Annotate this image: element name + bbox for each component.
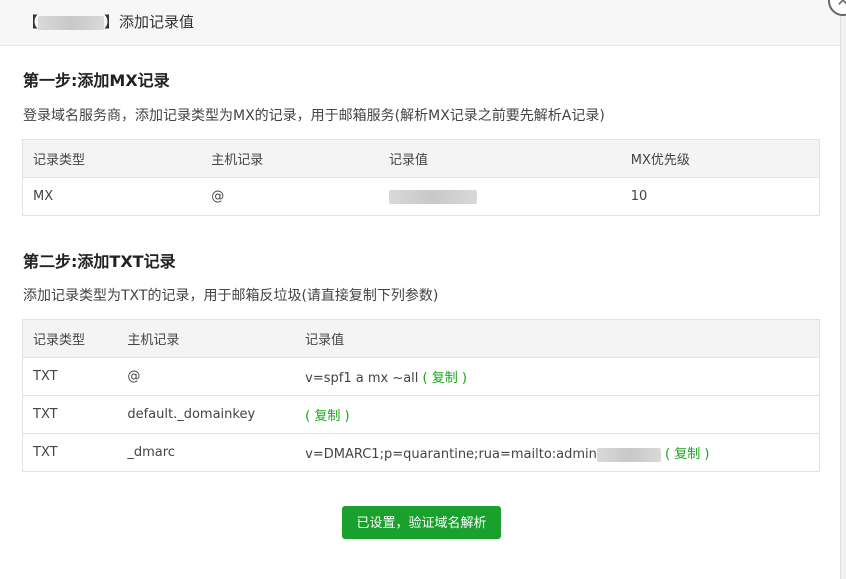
copy-dkim-link[interactable]: ( 复制 ) [305, 409, 349, 424]
cell-priority: 10 [620, 177, 820, 216]
step1-description: 登录域名服务商，添加记录类型为MX的记录，用于邮箱服务(解析MX记录之前要先解析… [23, 108, 605, 124]
table-row: TXT _dmarc v=DMARC1;p=quarantine;rua=mai… [22, 433, 821, 472]
copy-spf-link[interactable]: ( 复制 ) [423, 371, 467, 386]
cell-type: TXT [22, 433, 118, 472]
txt-value: v=DMARC1;p=quarantine;rua=mailto:admin [305, 447, 597, 462]
col-header-priority: MX优先级 [620, 139, 820, 178]
copy-dmarc-link[interactable]: ( 复制 ) [665, 447, 709, 462]
step2-title: 第二步:添加TXT记录 [23, 252, 176, 271]
col-header-value: 记录值 [295, 319, 821, 358]
cell-value: v=spf1 a mx ~all ( 复制 ) [295, 357, 821, 396]
cell-host: @ [117, 357, 296, 396]
step2-description: 添加记录类型为TXT的记录，用于邮箱反垃圾(请直接复制下列参数) [23, 288, 439, 304]
cell-type: TXT [22, 357, 118, 396]
title-bracket-open: 【 [23, 13, 39, 31]
redacted-email-domain [596, 447, 661, 462]
title-bracket-close: 】 [104, 13, 120, 31]
col-header-value: 记录值 [379, 139, 621, 178]
dialog-header: 【 】添加记录值 [0, 0, 840, 46]
col-header-type: 记录类型 [22, 139, 202, 178]
redacted-mx-value [389, 189, 478, 204]
cell-host: @ [201, 177, 380, 216]
cell-value: ( 复制 ) [295, 395, 821, 434]
dialog-right-edge [840, 14, 846, 579]
table-row: TXT default._domainkey ( 复制 ) [22, 395, 821, 434]
table-header-row: 记录类型 主机记录 记录值 MX优先级 [22, 139, 820, 178]
cell-value: v=DMARC1;p=quarantine;rua=mailto:admin (… [295, 433, 821, 472]
txt-record-table: 记录类型 主机记录 记录值 TXT @ v=spf1 a mx ~all ( 复… [22, 319, 821, 472]
dialog-title: 【 】添加记录值 [23, 12, 194, 32]
col-header-host: 主机记录 [201, 139, 380, 178]
table-header-row: 记录类型 主机记录 记录值 [22, 319, 821, 358]
step1-title: 第一步:添加MX记录 [23, 71, 170, 90]
table-row: MX @ 10 [22, 177, 820, 216]
cell-type: MX [22, 177, 202, 216]
col-header-type: 记录类型 [22, 319, 118, 358]
table-row: TXT @ v=spf1 a mx ~all ( 复制 ) [22, 357, 821, 396]
cell-value [379, 177, 621, 216]
cell-host: _dmarc [117, 433, 296, 472]
verify-dns-button[interactable]: 已设置，验证域名解析 [342, 506, 501, 539]
title-text: 添加记录值 [119, 13, 195, 31]
cell-type: TXT [22, 395, 118, 434]
col-header-host: 主机记录 [117, 319, 296, 358]
redacted-domain [38, 15, 105, 30]
txt-value: v=spf1 a mx ~all [305, 371, 419, 386]
mx-record-table: 记录类型 主机记录 记录值 MX优先级 MX @ 10 [22, 139, 820, 216]
cell-host: default._domainkey [117, 395, 296, 434]
